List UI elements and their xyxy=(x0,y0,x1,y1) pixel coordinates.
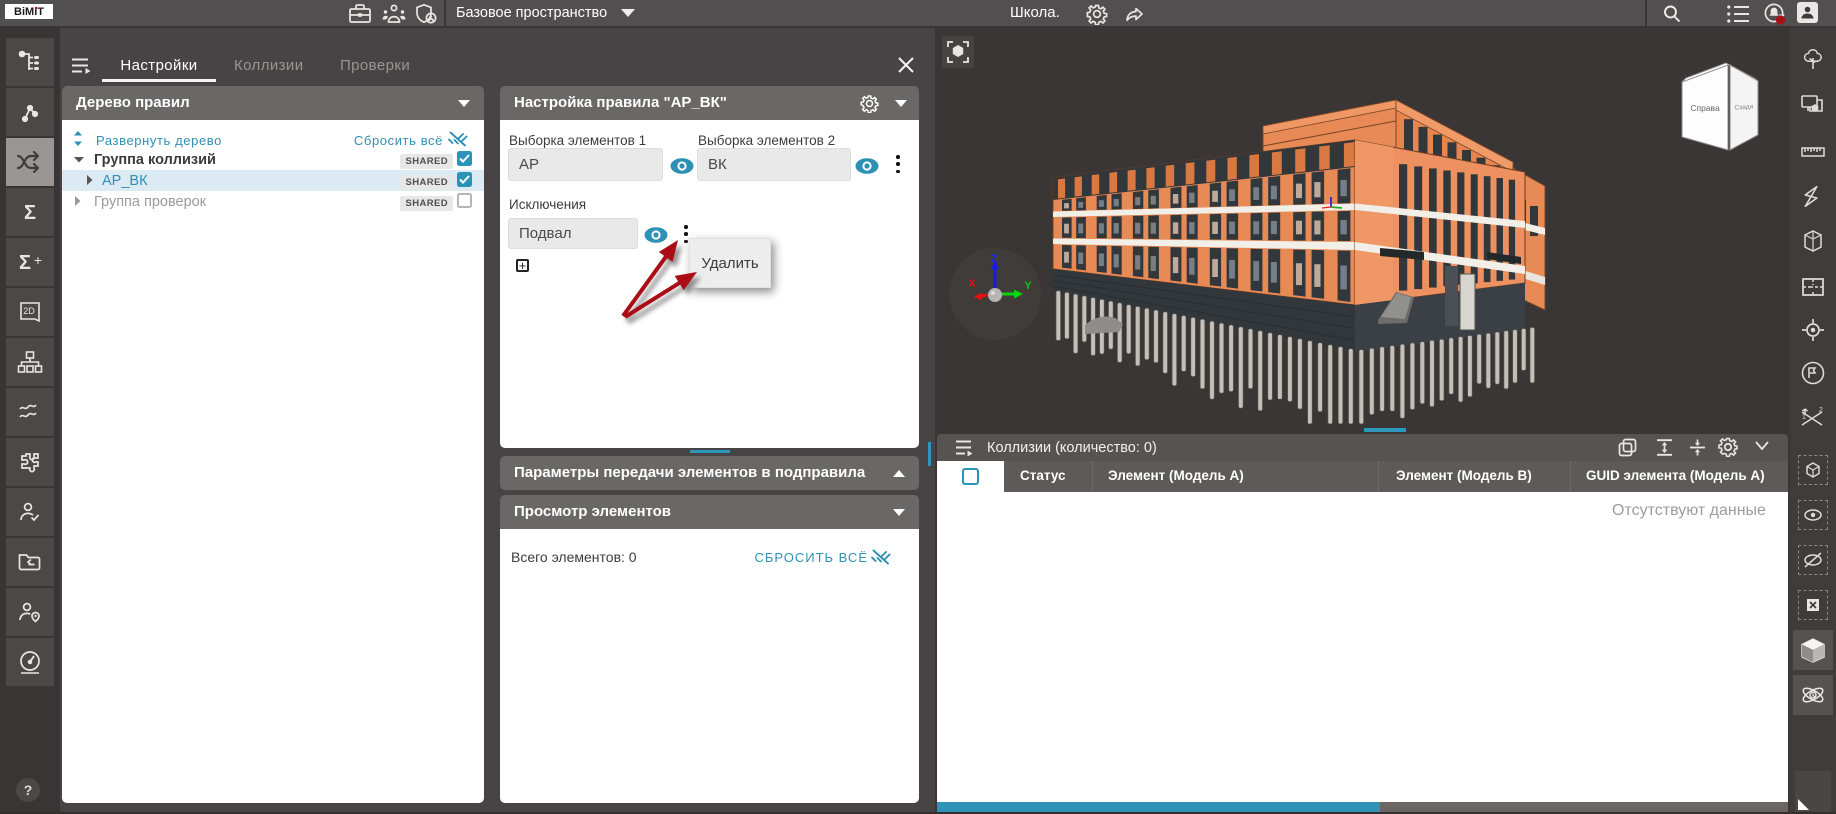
svg-text:2: 2 xyxy=(1819,407,1823,414)
svg-text:Σ: Σ xyxy=(24,202,36,224)
svg-text:1: 1 xyxy=(1802,414,1806,421)
svg-text:2D: 2D xyxy=(23,306,35,316)
svg-text:Σ: Σ xyxy=(19,252,31,274)
svg-text:+: + xyxy=(34,252,42,268)
